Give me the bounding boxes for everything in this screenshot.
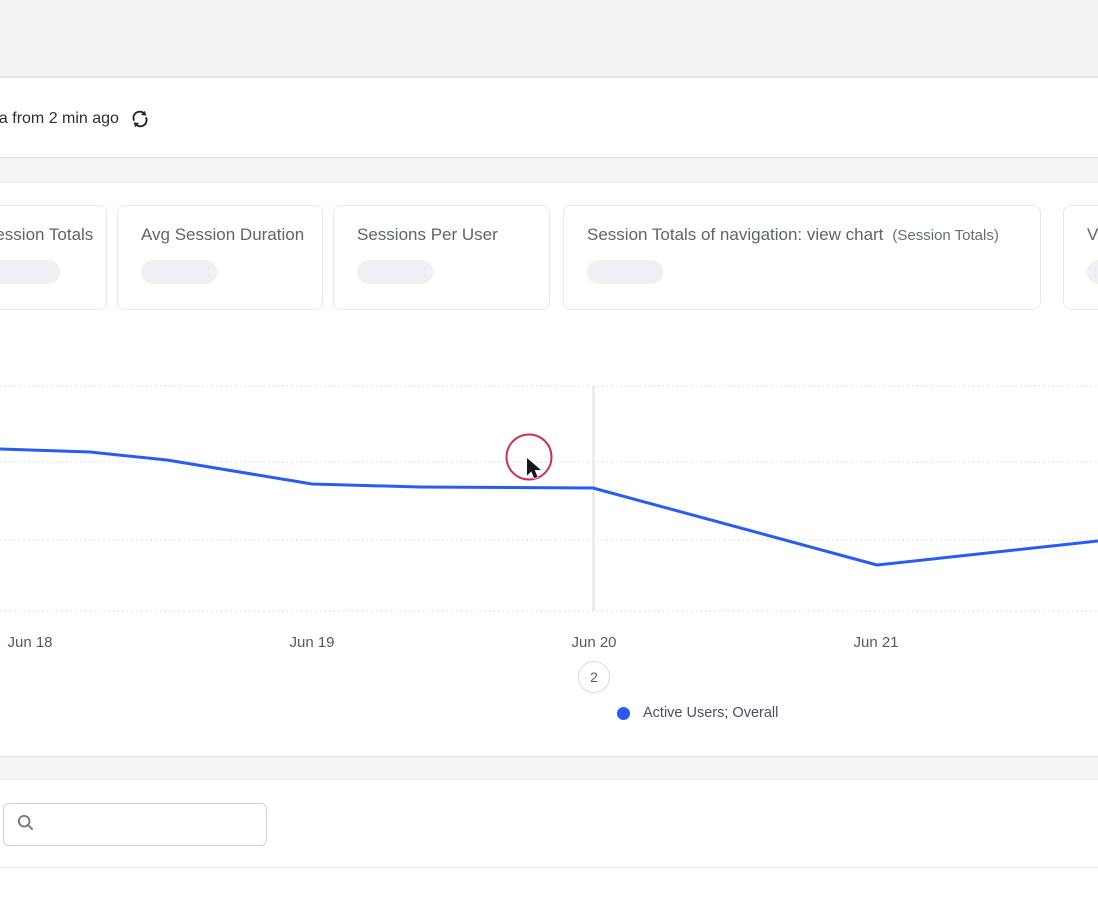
metric-card-session-totals-navigation-view-chart[interactable]: Session Totals of navigation: view chart… — [563, 205, 1041, 310]
value-loading-skeleton — [1087, 260, 1098, 284]
metric-card-title: Session Totals of navigation: view chart… — [587, 225, 1017, 245]
chart-legend-item[interactable]: Active Users; Overall — [617, 705, 778, 721]
x-tick-label: Jun 21 — [853, 634, 898, 651]
metric-card-partial-right[interactable]: V — [1063, 205, 1098, 310]
value-loading-skeleton — [0, 260, 60, 284]
x-tick-label: Jun 19 — [289, 634, 334, 651]
legend-series-dot — [617, 707, 630, 720]
annotation-badge[interactable]: 2 — [578, 661, 610, 693]
metric-card-title: Session Totals — [0, 225, 83, 245]
value-loading-skeleton — [587, 260, 663, 284]
metric-card-title: Avg Session Duration — [141, 225, 299, 245]
value-loading-skeleton — [141, 260, 217, 284]
bottom-divider — [0, 867, 1098, 868]
x-tick-label: Jun 20 — [571, 634, 616, 651]
metric-card-session-totals[interactable]: Session Totals — [0, 205, 107, 310]
value-loading-skeleton — [357, 260, 433, 284]
search-icon — [16, 813, 35, 837]
metric-card-title-suffix: (Session Totals) — [892, 227, 998, 244]
refresh-icon — [129, 117, 151, 134]
section-divider-strip-top — [0, 157, 1098, 183]
metric-card-title: Sessions Per User — [357, 225, 526, 245]
chart-x-axis: Jun 18 Jun 19 Jun 20 Jun 21 — [0, 634, 1098, 654]
x-tick-label: Jun 18 — [7, 634, 52, 651]
data-freshness-label: Data from 2 min ago — [0, 110, 119, 128]
refresh-button[interactable] — [129, 108, 151, 130]
metric-card-title: V — [1087, 225, 1098, 245]
search-input[interactable] — [43, 816, 254, 833]
dashboard-screen: Data from 2 min ago Session Totals Avg S… — [0, 0, 1098, 914]
section-divider-strip-bottom — [0, 756, 1098, 780]
metric-card-avg-session-duration[interactable]: Avg Session Duration — [117, 205, 323, 310]
legend-series-label: Active Users; Overall — [643, 705, 778, 721]
app-header-band — [0, 0, 1098, 78]
search-box[interactable] — [3, 803, 267, 846]
line-chart[interactable] — [0, 384, 1098, 616]
metric-card-title-text: Session Totals of navigation: view chart — [587, 225, 883, 244]
annotation-count: 2 — [590, 669, 598, 685]
metric-card-sessions-per-user[interactable]: Sessions Per User — [333, 205, 550, 310]
